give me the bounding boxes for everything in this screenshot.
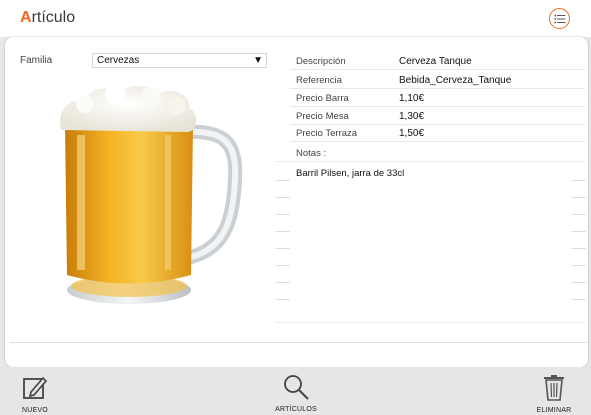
page-title: Artículo	[20, 9, 75, 27]
divider	[275, 161, 585, 162]
precio-barra-field[interactable]: 1,10€	[399, 93, 424, 104]
divider	[572, 231, 586, 232]
divider	[572, 197, 586, 198]
precio-mesa-label: Precio Mesa	[296, 111, 349, 122]
page-title-initial: A	[20, 9, 32, 26]
divider	[275, 322, 585, 323]
divider	[572, 214, 586, 215]
eliminar-label: ELIMINAR	[536, 407, 572, 414]
articulos-label: ARTÍCULOS	[275, 406, 317, 413]
menu-button[interactable]	[549, 8, 570, 29]
precio-terraza-label: Precio Terraza	[296, 128, 358, 139]
notas-field[interactable]: Barril Pilsen, jarra de 33cl	[296, 168, 404, 179]
divider	[290, 88, 585, 89]
divider	[276, 282, 290, 283]
divider	[276, 248, 290, 249]
header: Artículo	[0, 0, 591, 37]
divider	[276, 299, 290, 300]
app-window: Artículo Familia Cervezas ▼ Descripción …	[0, 0, 591, 415]
divider	[276, 231, 290, 232]
trash-icon	[544, 375, 564, 401]
list-icon	[553, 14, 565, 23]
divider	[290, 106, 585, 107]
divider	[290, 69, 585, 70]
articulos-button[interactable]: ARTÍCULOS	[272, 373, 320, 413]
divider	[276, 197, 290, 198]
eliminar-button[interactable]: ELIMINAR	[532, 374, 576, 414]
divider	[10, 342, 588, 343]
referencia-label: Referencia	[296, 75, 342, 86]
descripcion-label: Descripción	[296, 56, 346, 67]
precio-terraza-field[interactable]: 1,50€	[399, 128, 424, 139]
familia-label: Familia	[20, 55, 53, 66]
bottom-toolbar: NUEVO ARTÍCULOS ELIMINAR	[0, 367, 591, 415]
divider	[572, 265, 586, 266]
precio-barra-label: Precio Barra	[296, 93, 349, 104]
divider	[572, 248, 586, 249]
familia-value: Cervezas	[97, 55, 140, 66]
divider	[276, 265, 290, 266]
divider	[572, 282, 586, 283]
nuevo-label: NUEVO	[22, 407, 48, 414]
divider	[290, 141, 585, 142]
descripcion-field[interactable]: Cerveza Tanque	[399, 56, 472, 67]
product-image	[60, 85, 243, 304]
page-title-rest: rtículo	[31, 9, 76, 26]
referencia-field[interactable]: Bebida_Cerveza_Tanque	[399, 75, 511, 86]
divider	[572, 180, 586, 181]
divider	[290, 124, 585, 125]
nuevo-button[interactable]: NUEVO	[18, 374, 52, 414]
edit-icon	[23, 376, 48, 399]
chevron-down-icon: ▼	[253, 55, 263, 66]
precio-mesa-field[interactable]: 1,30€	[399, 111, 424, 122]
divider	[276, 214, 290, 215]
divider	[276, 180, 290, 181]
familia-select[interactable]: Cervezas ▼	[92, 53, 267, 68]
notas-label: Notas :	[296, 148, 327, 159]
search-icon	[284, 375, 309, 400]
divider	[572, 299, 586, 300]
